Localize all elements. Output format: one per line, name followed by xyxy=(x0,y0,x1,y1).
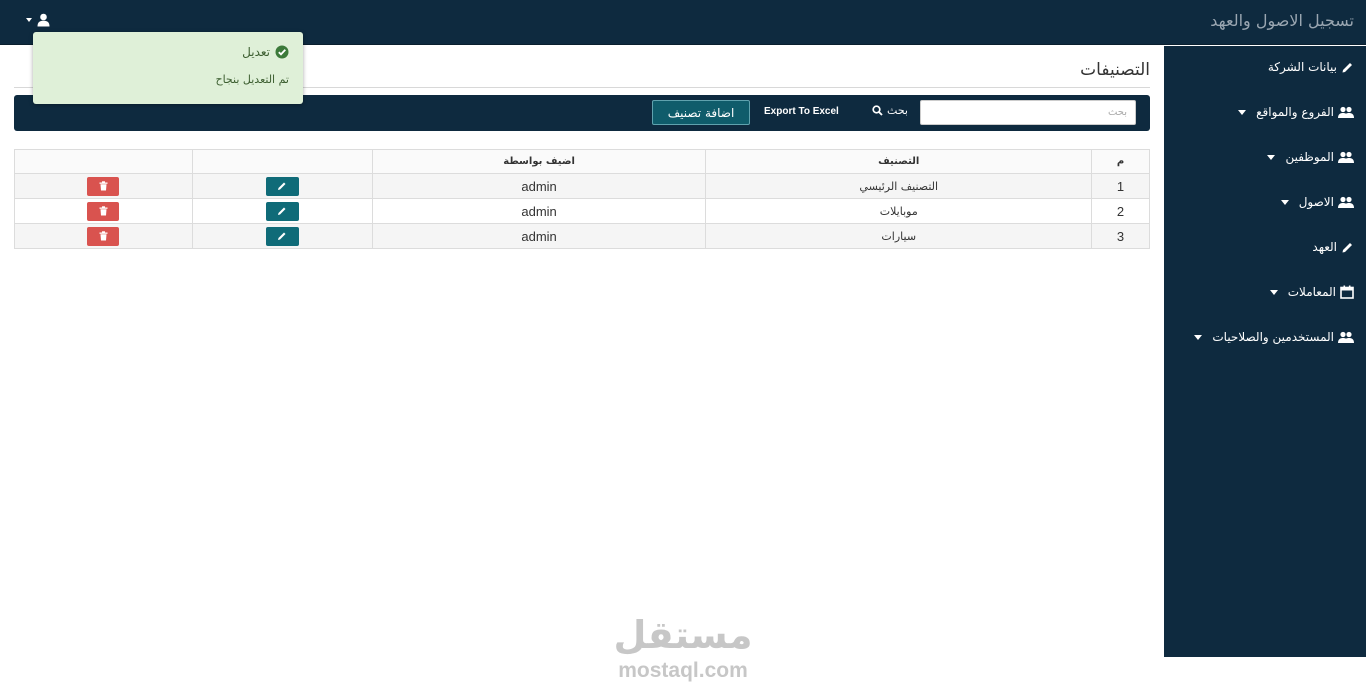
table-row: 3 سيارات admin xyxy=(14,223,1150,249)
user-menu[interactable] xyxy=(26,13,50,27)
search-button-label: بحث xyxy=(887,104,908,117)
sidebar-item-assets[interactable]: الاصول xyxy=(1280,195,1354,209)
sidebar-item-transactions[interactable]: المعاملات xyxy=(1269,285,1354,299)
chevron-down-icon xyxy=(1194,334,1203,340)
search-input[interactable] xyxy=(920,100,1136,125)
search-icon xyxy=(872,105,883,116)
chevron-down-icon xyxy=(26,18,32,22)
row-number: 2 xyxy=(1091,198,1150,224)
added-by: admin xyxy=(371,173,707,199)
watermark: مستقل mostaql.com xyxy=(598,612,768,684)
delete-button[interactable] xyxy=(87,201,120,221)
column-header-number[interactable]: م xyxy=(1091,149,1150,174)
sidebar-item-custody[interactable]: العهد xyxy=(1312,240,1354,254)
edit-button[interactable] xyxy=(265,176,299,196)
page-title: التصنيفات xyxy=(1080,60,1150,80)
edit-cell xyxy=(191,173,373,199)
chevron-down-icon xyxy=(1280,199,1289,205)
user-icon xyxy=(37,13,50,27)
category-name: موبايلات xyxy=(705,198,1093,224)
pencil-icon xyxy=(1342,242,1352,252)
users-icon xyxy=(1338,196,1354,208)
sidebar-item-employees[interactable]: الموظفين xyxy=(1267,150,1354,164)
sidebar-item-label: المعاملات xyxy=(1287,285,1336,299)
search-button[interactable]: بحث xyxy=(872,104,908,117)
calendar-icon xyxy=(1340,285,1354,299)
pencil-icon xyxy=(278,207,286,215)
delete-cell xyxy=(14,223,193,249)
table-header-row: م التصنيف اضيف بواسطة xyxy=(14,149,1150,174)
row-number: 1 xyxy=(1091,173,1150,199)
toast-message: تم التعديل بنجاح xyxy=(215,73,289,86)
delete-button[interactable] xyxy=(87,176,120,196)
category-name: سيارات xyxy=(705,223,1093,249)
categories-table: م التصنيف اضيف بواسطة 1 التصنيف الرئيسي … xyxy=(14,149,1150,249)
app-title[interactable]: تسجيل الاصول والعهد xyxy=(1210,11,1354,30)
column-header-category[interactable]: التصنيف xyxy=(705,149,1093,174)
sidebar-item-label: المستخدمين والصلاحيات xyxy=(1212,330,1334,344)
edit-button[interactable] xyxy=(265,226,299,246)
pencil-icon xyxy=(278,232,286,240)
add-category-button[interactable]: اضافة تصنيف xyxy=(652,100,750,125)
edit-button[interactable] xyxy=(265,201,299,221)
delete-cell xyxy=(14,198,193,224)
sidebar: بيانات الشركة الفروع والمواقع الموظفين ا… xyxy=(1164,46,1366,657)
added-by: admin xyxy=(371,223,707,249)
table-row: 2 موبايلات admin xyxy=(14,198,1150,224)
row-number: 3 xyxy=(1091,223,1150,249)
trash-icon xyxy=(99,231,108,241)
sidebar-item-branches[interactable]: الفروع والمواقع xyxy=(1238,105,1354,119)
category-name: التصنيف الرئيسي xyxy=(705,173,1093,199)
sidebar-item-label: الاصول xyxy=(1298,195,1334,209)
sidebar-item-label: بيانات الشركة xyxy=(1267,60,1337,74)
users-icon xyxy=(1338,106,1354,118)
trash-icon xyxy=(99,181,108,191)
toast-title: تعديل xyxy=(242,45,289,59)
edit-cell xyxy=(191,223,373,249)
users-icon xyxy=(1338,331,1354,343)
sidebar-item-users-permissions[interactable]: المستخدمين والصلاحيات xyxy=(1194,330,1354,344)
pencil-icon xyxy=(1342,62,1352,72)
watermark-logo-text: مستقل xyxy=(613,613,753,657)
export-excel-button[interactable]: Export To Excel xyxy=(764,106,839,117)
column-header-delete xyxy=(14,149,193,174)
success-toast[interactable]: تعديل تم التعديل بنجاح xyxy=(33,32,303,104)
trash-icon xyxy=(99,206,108,216)
users-icon xyxy=(1338,151,1354,163)
sidebar-item-label: الموظفين xyxy=(1285,150,1334,164)
chevron-down-icon xyxy=(1267,154,1276,160)
table-row: 1 التصنيف الرئيسي admin xyxy=(14,173,1150,199)
chevron-down-icon xyxy=(1238,109,1247,115)
pencil-icon xyxy=(278,182,286,190)
edit-cell xyxy=(191,198,373,224)
delete-button[interactable] xyxy=(87,226,120,246)
delete-cell xyxy=(14,173,193,199)
sidebar-item-company-data[interactable]: بيانات الشركة xyxy=(1268,60,1354,74)
added-by: admin xyxy=(371,198,707,224)
main-content: التصنيفات بحث Export To Excel اضافة تصني… xyxy=(0,46,1164,682)
toast-title-text: تعديل xyxy=(242,45,270,59)
sidebar-item-label: الفروع والمواقع xyxy=(1256,105,1334,119)
check-circle-icon xyxy=(275,45,289,59)
sidebar-item-label: العهد xyxy=(1312,240,1337,254)
column-header-edit xyxy=(191,149,373,174)
chevron-down-icon xyxy=(1269,289,1278,295)
watermark-url: mostaql.com xyxy=(618,659,748,682)
column-header-added-by[interactable]: اضيف بواسطة xyxy=(371,149,707,174)
